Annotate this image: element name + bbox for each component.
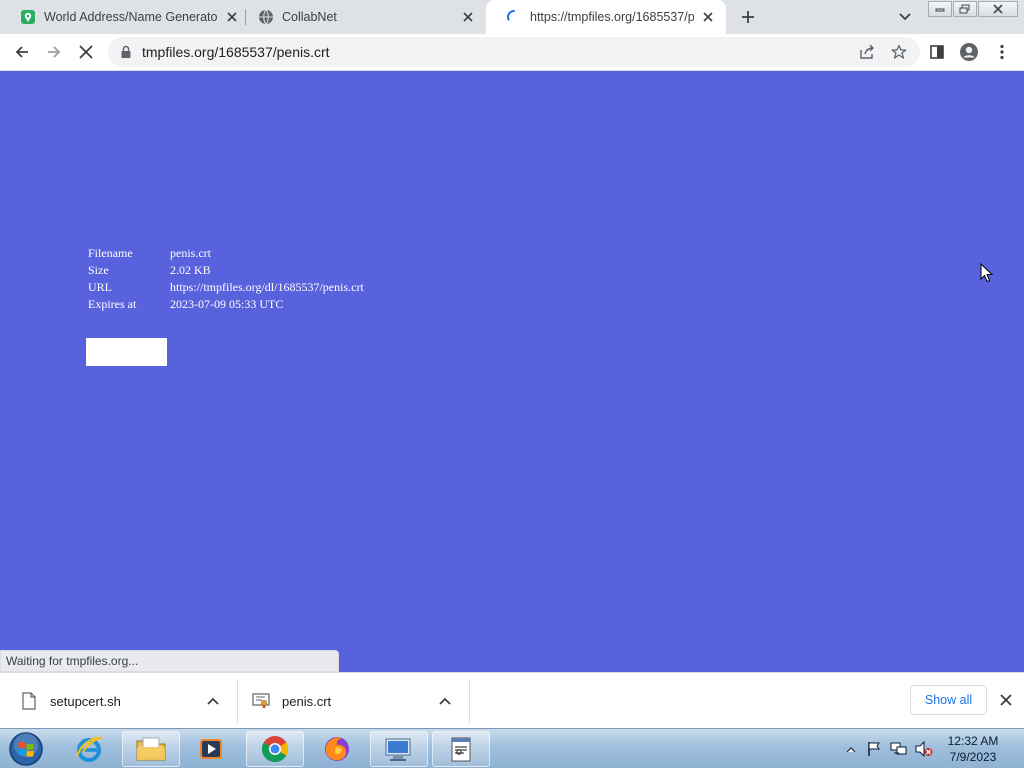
back-arrow-icon[interactable] xyxy=(8,38,36,66)
minimize-icon[interactable] xyxy=(928,1,952,17)
size-label: Size xyxy=(88,263,109,277)
filename-value: penis.crt xyxy=(170,246,211,260)
file-info-table: Filename penis.crt Size 2.02 KB URL http… xyxy=(88,245,364,313)
address-bar[interactable]: tmpfiles.org/1685537/penis.crt xyxy=(108,37,920,67)
loading-spinner-icon xyxy=(506,9,522,25)
close-icon[interactable] xyxy=(460,9,476,25)
info-row-expires: Expires at 2023-07-09 05:33 UTC xyxy=(88,296,364,313)
show-all-button[interactable]: Show all xyxy=(910,685,987,715)
share-icon[interactable] xyxy=(856,41,878,63)
close-icon[interactable] xyxy=(997,691,1015,709)
internet-explorer-icon[interactable] xyxy=(60,731,118,767)
file-icon xyxy=(20,692,38,710)
system-clock[interactable]: 12:32 AM 7/9/2023 xyxy=(940,733,1006,765)
download-button[interactable] xyxy=(86,338,167,366)
chrome-icon[interactable] xyxy=(246,731,304,767)
chevron-up-icon[interactable] xyxy=(205,693,221,709)
firefox-icon[interactable] xyxy=(308,731,366,767)
tab-title: CollabNet xyxy=(282,10,337,24)
clock-date: 7/9/2023 xyxy=(949,750,997,764)
show-hidden-icons-chevron-icon[interactable] xyxy=(842,740,860,758)
url-label: URL xyxy=(88,280,112,294)
url-text[interactable]: tmpfiles.org/1685537/penis.crt xyxy=(142,44,856,60)
tab-address-generator[interactable]: World Address/Name Generator xyxy=(0,0,250,34)
tab-tmpfiles[interactable]: https://tmpfiles.org/1685537/penis.crt xyxy=(486,0,726,34)
windows-start-button[interactable] xyxy=(6,730,46,768)
info-row-size: Size 2.02 KB xyxy=(88,262,364,279)
kebab-menu-icon[interactable] xyxy=(988,38,1016,66)
tab-strip: World Address/Name Generator CollabNet h… xyxy=(0,0,1024,34)
tab-title: World Address/Name Generator xyxy=(44,10,218,24)
file-explorer-icon[interactable] xyxy=(122,731,180,767)
expires-value: 2023-07-09 05:33 UTC xyxy=(170,297,284,311)
media-player-icon[interactable] xyxy=(182,731,240,767)
action-center-flag-icon[interactable] xyxy=(865,740,883,758)
divider xyxy=(469,679,470,723)
lock-icon[interactable] xyxy=(118,44,134,60)
tab-search-chevron-icon[interactable] xyxy=(893,5,917,29)
filename-label: Filename xyxy=(88,246,133,260)
globe-icon xyxy=(258,9,274,25)
size-value: 2.02 KB xyxy=(170,263,211,277)
windows-taskbar: 12:32 AM 7/9/2023 xyxy=(0,728,1024,768)
info-row-url: URL https://tmpfiles.org/dl/1685537/peni… xyxy=(88,279,364,296)
clock-time: 12:32 AM xyxy=(947,734,999,748)
mouse-cursor-icon xyxy=(980,262,994,283)
url-value[interactable]: https://tmpfiles.org/dl/1685537/penis.cr… xyxy=(170,280,364,295)
tab-title: https://tmpfiles.org/1685537/penis.crt xyxy=(530,10,694,24)
forward-arrow-icon[interactable] xyxy=(40,38,68,66)
side-panel-icon[interactable] xyxy=(923,38,951,66)
browser-toolbar: tmpfiles.org/1685537/penis.crt xyxy=(0,34,1024,71)
chevron-up-icon[interactable] xyxy=(437,693,453,709)
expires-label: Expires at xyxy=(88,297,137,311)
new-tab-button[interactable] xyxy=(736,5,760,29)
stop-loading-icon[interactable] xyxy=(72,38,100,66)
download-item-penis-crt[interactable]: penis.crt xyxy=(252,673,464,729)
divider xyxy=(237,679,238,723)
network-icon[interactable] xyxy=(890,740,908,758)
remote-desktop-icon[interactable] xyxy=(370,731,428,767)
green-map-pin-icon xyxy=(20,9,36,25)
certificate-icon xyxy=(252,692,270,710)
info-row-filename: Filename penis.crt xyxy=(88,245,364,262)
profile-icon[interactable] xyxy=(955,38,983,66)
notepad-icon[interactable] xyxy=(432,731,490,767)
download-shelf: setupcert.sh penis.crt Show all xyxy=(0,672,1024,728)
download-filename: setupcert.sh xyxy=(50,693,121,709)
download-item-setupcert[interactable]: setupcert.sh xyxy=(20,673,232,729)
close-icon[interactable] xyxy=(978,1,1018,17)
volume-muted-icon[interactable] xyxy=(915,740,933,758)
restore-icon[interactable] xyxy=(953,1,977,17)
bookmark-star-icon[interactable] xyxy=(888,41,910,63)
page-content: Filename penis.crt Size 2.02 KB URL http… xyxy=(0,71,1024,672)
download-filename: penis.crt xyxy=(282,693,332,709)
status-bubble: Waiting for tmpfiles.org... xyxy=(0,650,339,672)
tab-collabnet[interactable]: CollabNet xyxy=(238,0,486,34)
close-icon[interactable] xyxy=(700,9,716,25)
